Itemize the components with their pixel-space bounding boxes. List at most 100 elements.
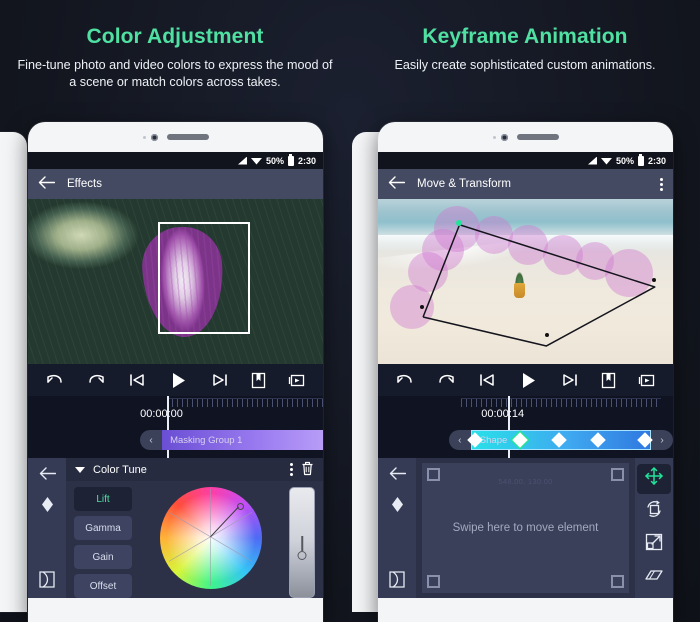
undo-icon[interactable] [395, 373, 414, 388]
clip-label: Shape [479, 434, 508, 446]
add-bookmark-icon[interactable] [251, 372, 266, 389]
rail-mask-shape-icon[interactable] [388, 570, 406, 589]
back-arrow-icon[interactable] [38, 176, 56, 192]
play-icon[interactable] [519, 371, 538, 390]
back-arrow-icon[interactable] [388, 176, 406, 192]
gamma-button[interactable]: Gamma [74, 516, 132, 540]
color-wheel-handle[interactable] [237, 502, 245, 510]
timeline-ruler [166, 398, 323, 407]
skip-to-start-icon[interactable] [129, 373, 146, 387]
keyframe-point-start[interactable] [456, 219, 463, 226]
keyframe-marker[interactable] [551, 432, 567, 448]
redo-icon[interactable] [437, 373, 456, 388]
trash-icon[interactable] [301, 461, 314, 479]
pad-corner-bracket [611, 575, 624, 588]
keyframe-marker[interactable] [590, 432, 607, 448]
selection-rectangle[interactable] [157, 222, 250, 335]
rail-back-arrow-icon[interactable] [389, 467, 406, 480]
triangle-down-icon[interactable] [75, 466, 85, 473]
slider-knob[interactable] [297, 551, 307, 561]
scale-tool-button[interactable] [637, 530, 671, 560]
undo-icon[interactable] [45, 373, 64, 388]
cellular-signal-icon [587, 156, 597, 165]
tone-range-buttons: Lift Gamma Gain Offset [74, 487, 132, 598]
capture-frame-icon[interactable] [638, 373, 655, 388]
rail-mask-shape-icon[interactable] [38, 570, 56, 589]
keyframe-marker[interactable] [636, 432, 653, 448]
swipe-hint-label: Swipe here to move element [452, 522, 599, 534]
phone-notch-left [28, 122, 323, 152]
swipe-pad[interactable]: 548.00, 130.00 Swipe here to move elemen… [422, 463, 629, 593]
clip-nav-right-button[interactable]: › [651, 430, 673, 450]
kebab-menu-icon[interactable] [290, 463, 293, 476]
earpiece-speaker [166, 134, 209, 140]
video-preview-right[interactable] [378, 199, 673, 364]
move-tool-button[interactable] [637, 463, 671, 494]
luminance-slider[interactable] [289, 487, 315, 598]
rail-back-arrow-icon[interactable] [39, 467, 56, 480]
front-camera-icon [150, 133, 158, 141]
keyframe-marker-selected[interactable] [512, 432, 528, 448]
app-bar-left: Effects [28, 169, 323, 199]
battery-percent-label: 50% [615, 155, 634, 166]
phone-notch-right [378, 122, 673, 152]
editor-side-rail-left [28, 458, 66, 598]
sensor-dot-icon [492, 135, 496, 139]
gain-button[interactable]: Gain [74, 545, 132, 569]
right-panel-title: Keyframe Animation [422, 25, 628, 48]
left-panel-title: Color Adjustment [86, 25, 264, 48]
pad-corner-bracket [611, 468, 624, 481]
transform-tool-rail [635, 458, 673, 598]
timeline-left[interactable]: 00:00:00 ‹ Masking Group 1 [28, 396, 323, 458]
timeline-track[interactable]: ‹ Masking Group 1 [28, 430, 323, 450]
rotate-tool-button[interactable] [637, 497, 671, 527]
slider-stem [301, 535, 303, 552]
color-wheel-container[interactable] [140, 487, 281, 598]
app-bar-title: Effects [67, 178, 102, 190]
video-preview-left[interactable] [28, 199, 323, 364]
promo-stage: Color Adjustment Fine-tune photo and vid… [0, 0, 700, 622]
capture-frame-icon[interactable] [288, 373, 305, 388]
timeline-clip-masking-group[interactable]: Masking Group 1 [162, 430, 323, 450]
clip-nav-left-button[interactable]: ‹ [140, 430, 163, 450]
editor-side-rail-right [378, 458, 416, 598]
timecode-label: 00:00:14 [481, 408, 525, 420]
skip-to-end-icon[interactable] [211, 373, 228, 387]
keyframe-motion-path [422, 223, 656, 347]
rail-keyframe-diamond-icon[interactable] [40, 496, 55, 513]
sensor-dot-icon [142, 135, 146, 139]
play-icon[interactable] [169, 371, 188, 390]
offset-button[interactable]: Offset [74, 574, 132, 598]
add-bookmark-icon[interactable] [601, 372, 616, 389]
timeline-ruler [460, 398, 662, 407]
skip-to-end-icon[interactable] [561, 373, 578, 387]
lift-button[interactable]: Lift [74, 487, 132, 511]
color-tune-panel: Color Tune Lift Gamma Gain Offset [66, 458, 323, 598]
right-panel-heading: Keyframe Animation Easily create sophist… [350, 24, 700, 74]
wifi-icon [600, 157, 612, 165]
color-wheel[interactable] [159, 487, 262, 589]
transport-controls-right [378, 364, 673, 396]
pad-corner-bracket [427, 575, 440, 588]
rail-keyframe-diamond-icon[interactable] [390, 496, 405, 513]
status-bar-right: 50% 2:30 [378, 152, 673, 169]
skew-tool-button[interactable] [637, 563, 671, 593]
redo-icon[interactable] [87, 373, 106, 388]
wifi-icon [250, 157, 262, 165]
cellular-signal-icon [237, 156, 247, 165]
clock-label: 2:30 [297, 155, 316, 166]
pad-corner-bracket [427, 468, 440, 481]
timeline-track[interactable]: ‹ Shape › [378, 430, 673, 450]
phone-mockup-left: 50% 2:30 Effects 00:00:00 ‹ Masking Grou… [28, 122, 323, 622]
timecode-label: 00:00:00 [140, 408, 183, 420]
timeline-clip-shape[interactable]: Shape [467, 430, 653, 450]
skip-to-start-icon[interactable] [479, 373, 496, 387]
color-tune-title: Color Tune [93, 463, 147, 476]
clock-label: 2:30 [647, 155, 666, 166]
kebab-menu-icon[interactable] [660, 177, 663, 191]
right-panel-subtitle: Easily create sophisticated custom anima… [394, 58, 656, 72]
editor-panel-right: 548.00, 130.00 Swipe here to move elemen… [378, 458, 673, 598]
color-tune-header: Color Tune [66, 458, 323, 481]
timeline-right[interactable]: 00:00:14 ‹ Shape › [378, 396, 673, 458]
front-camera-icon [500, 133, 508, 141]
